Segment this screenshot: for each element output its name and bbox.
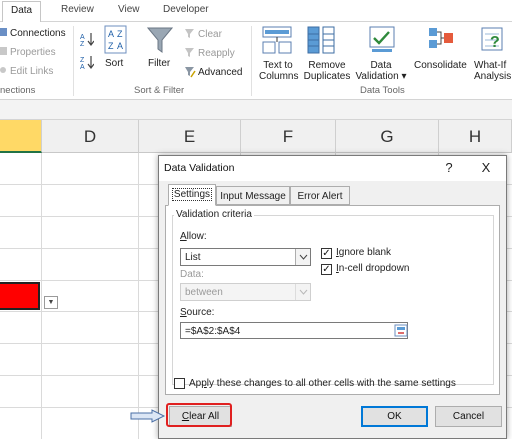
grid-col-line (41, 153, 42, 439)
sort-za-icon[interactable]: Z A (80, 55, 94, 69)
tab-developer[interactable]: Developer (163, 4, 209, 15)
allow-label: Allow: (180, 231, 207, 242)
svg-text:A: A (117, 41, 123, 51)
connections-button[interactable]: Connections (10, 28, 66, 39)
consolidate-icon[interactable] (428, 26, 454, 54)
ok-button[interactable]: OK (361, 406, 428, 427)
filter-button[interactable]: Filter (148, 58, 170, 69)
cell-dropdown-button[interactable]: ▼ (44, 296, 58, 309)
edit-links-icon (0, 67, 6, 73)
tab-review[interactable]: Review (61, 4, 94, 15)
sort-button[interactable]: Sort (105, 58, 123, 69)
edit-links-button[interactable]: Edit Links (10, 66, 53, 77)
selected-cell[interactable] (0, 282, 40, 310)
tab-settings[interactable]: Settings (168, 184, 216, 206)
column-header-f[interactable]: F (241, 120, 336, 153)
what-if-button[interactable]: What-If Analysis (474, 60, 511, 82)
what-if-icon[interactable]: ? (480, 26, 508, 54)
text-to-columns-icon[interactable] (262, 25, 292, 55)
chevron-down-icon (299, 289, 308, 295)
data-dropdown-arrow[interactable] (295, 284, 310, 300)
allow-select[interactable]: List (180, 248, 311, 266)
cancel-button[interactable]: Cancel (435, 406, 502, 427)
advanced-filter-icon (185, 67, 196, 78)
dialog-title: Data Validation (164, 162, 235, 174)
remove-duplicates-button[interactable]: Remove Duplicates (302, 60, 352, 82)
column-header-g[interactable]: G (336, 120, 439, 153)
allow-dropdown-arrow[interactable] (295, 249, 310, 265)
filter-funnel-icon[interactable] (147, 26, 173, 54)
chevron-down-icon (299, 254, 308, 260)
ribbon-separator (73, 26, 74, 96)
column-header-selected[interactable] (0, 120, 42, 153)
sort-filter-group-label: Sort & Filter (134, 85, 185, 96)
svg-text:A: A (80, 64, 85, 69)
annotation-arrow-icon (130, 409, 166, 423)
tab-view[interactable]: View (118, 4, 140, 15)
svg-text:A: A (108, 29, 114, 39)
help-button[interactable]: ? (438, 159, 460, 177)
column-header-e[interactable]: E (139, 120, 241, 153)
ignore-blank-label: Ignore blank (336, 247, 392, 258)
svg-text:A: A (80, 34, 85, 41)
data-validation-dialog: Data Validation ? X Settings Input Messa… (158, 155, 507, 439)
reapply-button[interactable]: Reapply (198, 48, 235, 59)
tab-input-message[interactable]: Input Message (216, 186, 290, 205)
clear-all-highlight (166, 403, 232, 427)
source-label: Source: (180, 307, 215, 318)
formula-bar-area (0, 100, 512, 120)
ignore-blank-checkbox[interactable]: ✓ (321, 248, 332, 259)
connections-group-label: nections (0, 85, 36, 96)
consolidate-button[interactable]: Consolidate (414, 60, 467, 71)
data-validation-button[interactable]: Data Validation ▾ (355, 60, 407, 82)
clear-button[interactable]: Clear (198, 29, 222, 40)
remove-duplicates-icon[interactable] (306, 25, 336, 55)
tab-data[interactable]: Data (2, 1, 42, 23)
sort-az-icon[interactable]: A Z (80, 32, 94, 46)
properties-icon (0, 47, 7, 55)
apply-all-checkbox[interactable] (174, 378, 185, 389)
data-select[interactable]: between (180, 283, 311, 301)
ribbon-separator (251, 26, 252, 96)
source-input[interactable]: =$A$2:$A$4 (180, 322, 408, 339)
sort-dialog-icon[interactable]: A Z Z A (104, 25, 128, 55)
text-to-columns-button[interactable]: Text to Columns (259, 60, 298, 82)
svg-text:Z: Z (80, 41, 85, 46)
svg-text:Z: Z (80, 57, 85, 64)
data-label: Data: (180, 269, 204, 280)
tab-error-alert[interactable]: Error Alert (290, 186, 350, 205)
svg-text:?: ? (490, 34, 500, 51)
range-selector-icon[interactable] (394, 324, 408, 337)
settings-panel: Validation criteria Allow: List ✓ Ignore… (165, 205, 500, 395)
ribbon-tab-bar: Data Review View Developer (0, 0, 512, 23)
advanced-button[interactable]: Advanced (198, 67, 242, 78)
column-header-h[interactable]: H (439, 120, 512, 153)
data-tools-group-label: Data Tools (360, 85, 405, 96)
grid-col-line (138, 153, 139, 439)
dialog-titlebar: Data Validation ? X (159, 156, 506, 181)
validation-criteria-legend: Validation criteria (174, 209, 254, 220)
column-header-d[interactable]: D (42, 120, 139, 153)
connections-icon (0, 28, 7, 36)
reapply-icon (185, 48, 194, 57)
in-cell-dropdown-label: In-cell dropdown (336, 263, 410, 274)
close-button[interactable]: X (475, 159, 497, 177)
properties-button[interactable]: Properties (10, 47, 56, 58)
svg-text:Z: Z (108, 41, 114, 51)
apply-all-label: Apply these changes to all other cells w… (189, 378, 456, 389)
in-cell-dropdown-checkbox[interactable]: ✓ (321, 264, 332, 275)
ribbon: Connections Properties Edit Links nectio… (0, 22, 512, 100)
data-validation-icon[interactable] (369, 26, 395, 54)
svg-text:Z: Z (117, 29, 123, 39)
clear-filter-icon (185, 29, 194, 38)
